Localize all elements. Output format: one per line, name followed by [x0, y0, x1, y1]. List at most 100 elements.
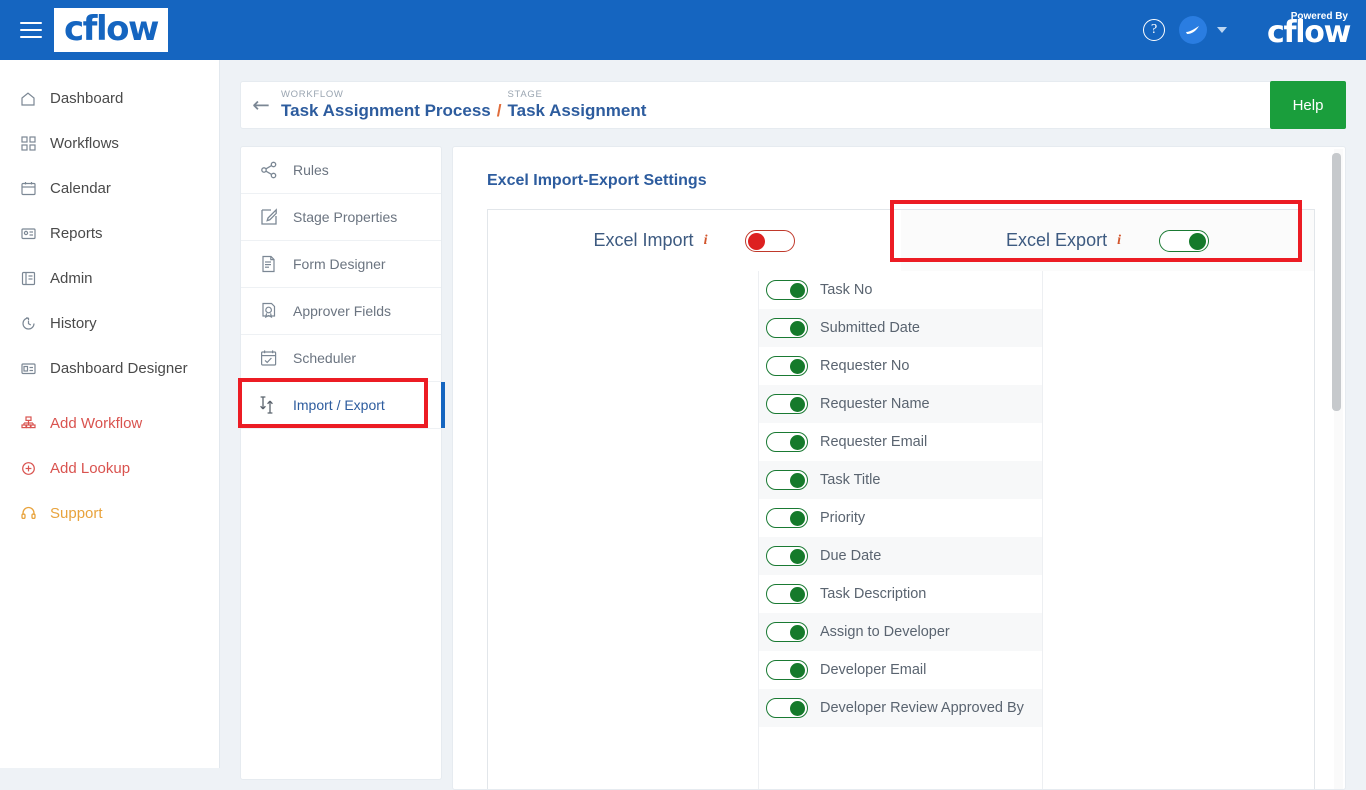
- list-item[interactable]: Task Title: [759, 461, 1042, 499]
- chevron-down-icon[interactable]: [1217, 27, 1228, 33]
- field-toggle[interactable]: [766, 584, 808, 604]
- field-toggle[interactable]: [766, 318, 808, 338]
- list-item[interactable]: Requester No: [759, 347, 1042, 385]
- clock-history-icon: [18, 314, 38, 334]
- user-avatar-icon[interactable]: [1179, 16, 1208, 44]
- stage-menu-item-label: Stage Properties: [293, 209, 398, 225]
- question-circle-icon[interactable]: ?: [1143, 19, 1166, 41]
- toggle-knob: [790, 282, 805, 298]
- list-item[interactable]: Task Description: [759, 575, 1042, 613]
- list-item[interactable]: Requester Email: [759, 423, 1042, 461]
- field-toggle[interactable]: [766, 508, 808, 528]
- page-title: Excel Import-Export Settings: [487, 172, 707, 189]
- stage-menu-item-form-designer[interactable]: Form Designer: [241, 241, 441, 288]
- field-toggle[interactable]: [766, 280, 808, 300]
- list-item[interactable]: Submitted Date: [759, 309, 1042, 347]
- excel-import-toggle[interactable]: [745, 229, 796, 252]
- info-italic-icon[interactable]: i: [1117, 233, 1121, 249]
- list-item[interactable]: Developer Email: [759, 651, 1042, 689]
- breadcrumb-workflow-kicker: WORKFLOW: [281, 89, 344, 100]
- field-toggle[interactable]: [766, 470, 808, 490]
- arrow-left-icon[interactable]: ←: [241, 93, 281, 117]
- toggle-knob: [748, 232, 766, 250]
- grid-icon: [18, 134, 38, 154]
- field-toggle[interactable]: [766, 432, 808, 452]
- sidebar-item-dashboard-designer[interactable]: Dashboard Designer: [0, 346, 219, 391]
- scrollbar-thumb[interactable]: [1332, 153, 1341, 411]
- breadcrumb-workflow[interactable]: WORKFLOW Task Assignment Process: [281, 89, 491, 121]
- stage-menu-item-label: Scheduler: [293, 350, 357, 366]
- dashboard-designer-icon: [18, 359, 38, 379]
- info-italic-icon[interactable]: i: [704, 233, 708, 249]
- active-indicator-bar: [441, 382, 445, 428]
- export-fields-list: Task No Submitted Date Requester No Requ…: [758, 271, 1043, 789]
- report-icon: [18, 224, 38, 244]
- stage-menu-item-label: Approver Fields: [293, 303, 392, 319]
- sidebar-item-add-workflow[interactable]: Add Workflow: [0, 401, 219, 446]
- excel-import-label: Excel Import: [593, 230, 694, 250]
- excel-export-toggle[interactable]: [1158, 229, 1209, 252]
- breadcrumb-stage[interactable]: STAGE Task Assignment: [508, 89, 647, 121]
- sidebar-item-label: Admin: [50, 270, 93, 287]
- stage-menu-item-label: Form Designer: [293, 256, 386, 272]
- sidebar-item-reports[interactable]: Reports: [0, 211, 219, 256]
- toggle-knob: [790, 396, 805, 412]
- field-label: Developer Email: [820, 662, 927, 678]
- headset-icon: [18, 504, 38, 524]
- field-label: Submitted Date: [820, 320, 920, 336]
- breadcrumb-workflow-name: Task Assignment Process: [281, 101, 491, 120]
- field-label: Requester Name: [820, 396, 930, 412]
- field-toggle[interactable]: [766, 356, 808, 376]
- export-fields-region: Task No Submitted Date Requester No Requ…: [487, 271, 1315, 789]
- sidebar-item-dashboard[interactable]: Dashboard: [0, 76, 219, 121]
- powered-by-brand: cflow: [1267, 15, 1351, 50]
- list-item[interactable]: Developer Review Approved By: [759, 689, 1042, 727]
- toggle-knob: [790, 434, 805, 450]
- toggle-knob: [790, 510, 805, 526]
- toggle-knob: [790, 472, 805, 488]
- cflow-logo[interactable]: cflow: [54, 8, 168, 52]
- list-item[interactable]: Due Date: [759, 537, 1042, 575]
- sidebar-item-label: Workflows: [50, 135, 119, 152]
- stage-menu-item-scheduler[interactable]: Scheduler: [241, 335, 441, 382]
- toggle-knob: [790, 700, 805, 716]
- field-label: Requester Email: [820, 434, 928, 450]
- stage-menu-item-stage-properties[interactable]: Stage Properties: [241, 194, 441, 241]
- breadcrumb-separator: /: [496, 101, 502, 120]
- approver-doc-icon: [257, 302, 281, 320]
- field-toggle[interactable]: [766, 698, 808, 718]
- sidebar-item-admin[interactable]: Admin: [0, 256, 219, 301]
- list-item[interactable]: Task No: [759, 271, 1042, 309]
- sidebar-item-label: Support: [50, 505, 103, 522]
- sidebar-item-label: Add Lookup: [50, 460, 131, 477]
- breadcrumb-stage-kicker: STAGE: [507, 89, 543, 100]
- sidebar-item-history[interactable]: History: [0, 301, 219, 346]
- toggle-knob: [790, 662, 805, 678]
- admin-book-icon: [18, 269, 38, 289]
- toggle-knob: [790, 358, 805, 374]
- stage-menu-item-import-export[interactable]: Import / Export: [241, 382, 445, 429]
- list-item[interactable]: Assign to Developer: [759, 613, 1042, 651]
- sidebar-item-add-lookup[interactable]: Add Lookup: [0, 446, 219, 491]
- excel-export-label: Excel Export: [1006, 230, 1108, 250]
- stage-menu-item-approver-fields[interactable]: Approver Fields: [241, 288, 441, 335]
- help-button[interactable]: Help: [1270, 81, 1346, 129]
- sidebar-divider-spacer: [0, 391, 219, 401]
- excel-export-panel: Excel Export i: [901, 210, 1314, 271]
- sidebar-item-workflows[interactable]: Workflows: [0, 121, 219, 166]
- list-item[interactable]: Requester Name: [759, 385, 1042, 423]
- left-sidebar: Dashboard Workflows Calendar Reports Adm…: [0, 60, 220, 768]
- content-vertical-scrollbar[interactable]: [1332, 149, 1343, 789]
- form-pencil-icon: [257, 255, 281, 273]
- stage-menu-item-rules[interactable]: Rules: [241, 147, 441, 194]
- list-item[interactable]: Priority: [759, 499, 1042, 537]
- field-toggle[interactable]: [766, 660, 808, 680]
- field-toggle[interactable]: [766, 622, 808, 642]
- sidebar-item-calendar[interactable]: Calendar: [0, 166, 219, 211]
- field-toggle[interactable]: [766, 546, 808, 566]
- cflow-logo-text: cflow: [64, 9, 159, 49]
- field-toggle[interactable]: [766, 394, 808, 414]
- add-workflow-icon: [18, 414, 38, 434]
- sidebar-item-support[interactable]: Support: [0, 491, 219, 536]
- hamburger-icon[interactable]: [20, 22, 42, 38]
